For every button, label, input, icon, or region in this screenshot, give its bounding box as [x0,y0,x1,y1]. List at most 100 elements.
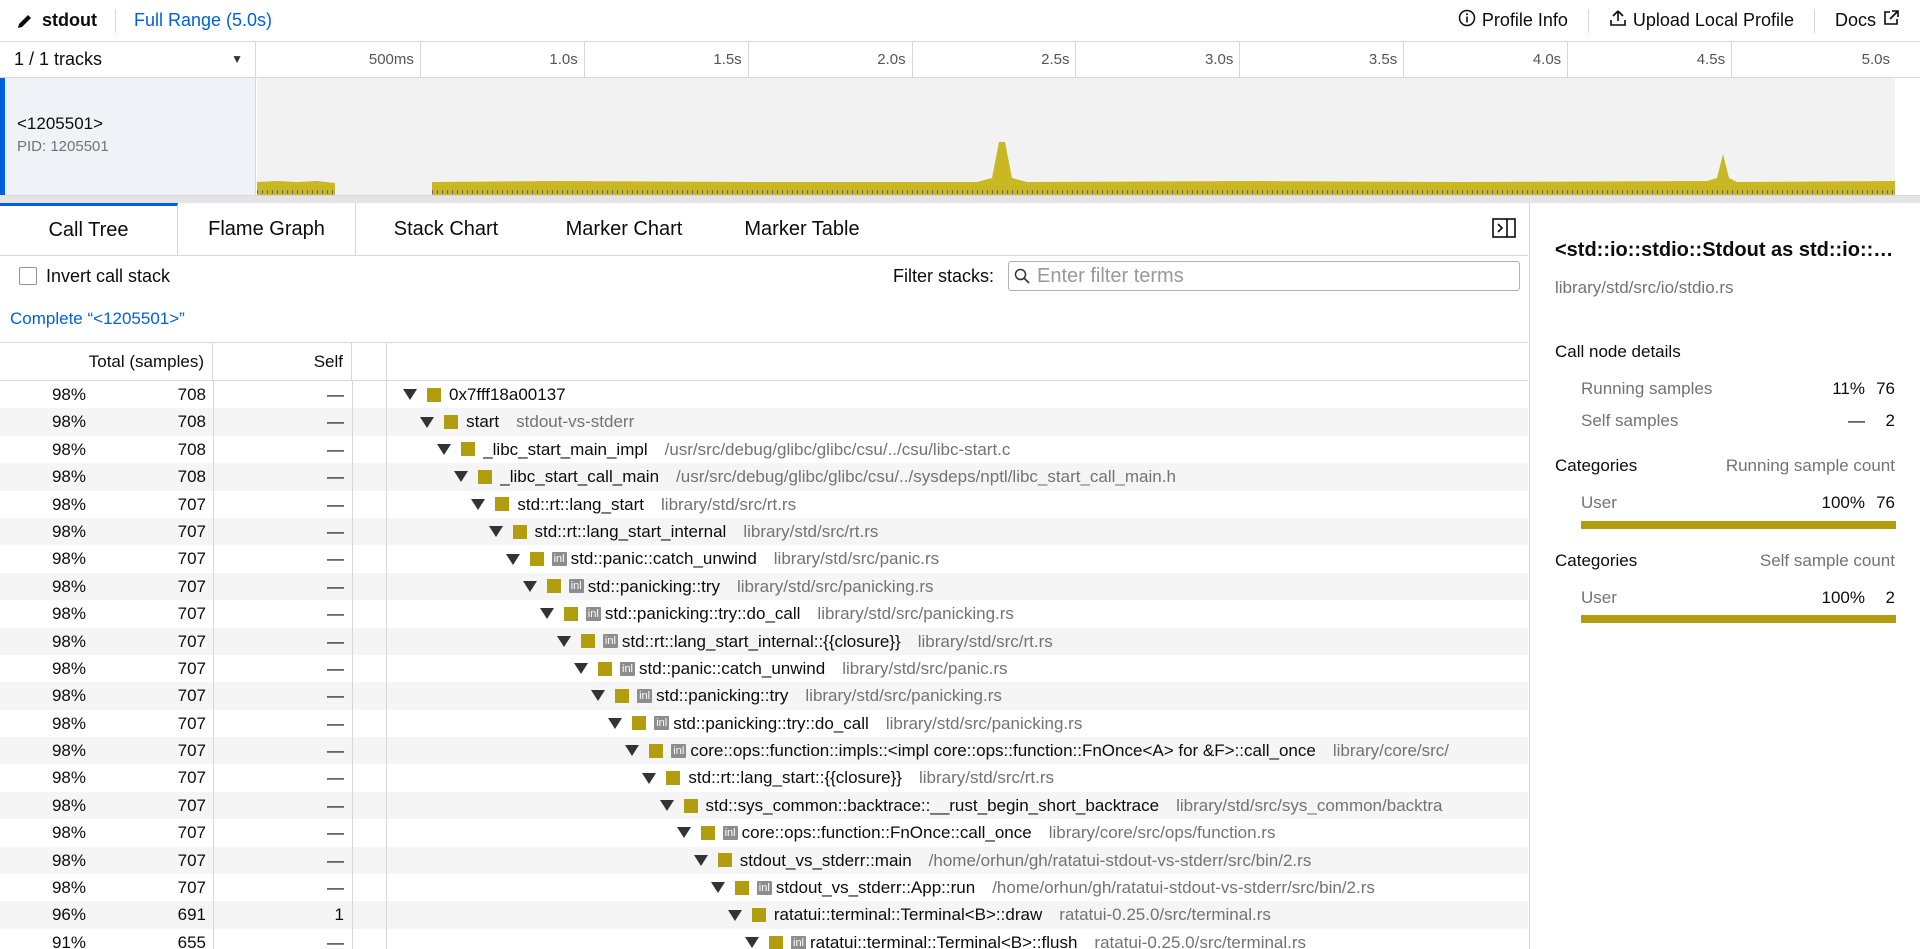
range-breadcrumb[interactable]: Full Range (5.0s) [134,10,272,31]
expand-triangle-icon[interactable] [471,498,486,510]
category-swatch [683,798,698,813]
column-divider [386,654,387,683]
expand-triangle-icon[interactable] [693,854,708,866]
timeline-tick: 2.0s [749,42,913,77]
timeline-tick: 1.5s [585,42,749,77]
function-name: std::rt::lang_start::{{closure}} [688,768,902,788]
column-divider [352,846,353,875]
expand-triangle-icon[interactable] [710,882,725,894]
tab-stack-chart[interactable]: Stack Chart [356,203,536,255]
expand-triangle-icon[interactable] [676,827,691,839]
tree-row[interactable]: 98% 707 — inl std::panicking::try library/std… [0,572,1528,601]
function-lib: library/std/src/panicking.rs [736,576,934,596]
function-lib: /home/orhun/gh/ratatui-stdout-vs-stderr/… [992,878,1375,898]
dropdown-triangle-icon: ▼ [231,52,243,66]
expand-triangle-icon[interactable] [437,443,452,455]
expand-triangle-icon[interactable] [608,717,623,729]
filter-stacks-input[interactable] [1008,261,1520,291]
expand-triangle-icon[interactable] [454,471,469,483]
row-self-samples: 1 [334,905,344,925]
panel-splitter[interactable] [0,196,1920,203]
invert-call-stack-checkbox[interactable] [19,267,37,285]
tree-row[interactable]: 98% 707 — inl std::panicking::try::do_call li… [0,709,1528,738]
sidebar-toggle-icon[interactable] [1492,217,1516,239]
tree-row[interactable]: 98% 707 — inl std::panicking::try::do_call li… [0,600,1528,628]
tree-row[interactable]: 98% 707 — inl std::rt::lang_start_internal::… [0,627,1528,655]
expand-triangle-icon[interactable] [574,663,588,675]
tree-row[interactable]: 91% 655 — inl ratatui::terminal::Terminal<B>… [0,928,1528,949]
expand-triangle-icon[interactable] [591,690,606,702]
expand-triangle-icon[interactable] [420,416,435,428]
track-scrollbar[interactable] [1895,78,1920,195]
call-node-details-heading: Call node details [1555,342,1681,361]
expand-triangle-icon[interactable] [403,389,417,401]
tab-call-tree[interactable]: Call Tree [0,203,178,255]
tree-row[interactable]: 98% 707 — inl std::panic::catch_unwind librar… [0,654,1528,683]
profile-info-label: Profile Info [1481,10,1568,30]
invert-call-stack-label[interactable]: Invert call stack [46,266,170,287]
tree-row[interactable]: 98% 708 — 0x7fff18a00137 [0,381,1528,409]
expand-triangle-icon[interactable] [556,635,571,647]
category-swatch [632,716,647,731]
row-total-percent: 98% [51,741,86,761]
tree-row[interactable]: 98% 708 — _libc_start_main_impl/usr/src/deb… [0,435,1528,464]
row-total-percent: 98% [51,878,86,898]
tree-row[interactable]: 98% 707 — std::sys_common::backtrace::__rus… [0,791,1528,820]
column-divider [352,381,353,409]
column-divider [352,517,353,546]
row-self-samples: — [327,576,344,596]
expand-triangle-icon[interactable] [727,909,742,921]
tree-row[interactable]: 98% 707 — std::rt::lang_start_internal libra… [0,517,1528,546]
tree-row[interactable]: 98% 707 — inl std::panicking::try library/std… [0,682,1528,710]
tree-row[interactable]: 98% 708 — start stdout-vs-stderr [0,408,1528,436]
expand-triangle-icon[interactable] [642,772,657,784]
row-function: inl core::ops::function::FnOnce::call_onc… [676,819,1275,846]
tab-flame-graph[interactable]: Flame Graph [178,203,356,255]
row-function: inl std::panic::catch_unwind library/std/s… [505,545,939,572]
track-label[interactable]: <1205501> PID: 1205501 [0,78,256,195]
running-samples-value: 76 [1876,379,1895,398]
expand-triangle-icon[interactable] [745,937,759,948]
upload-profile-button[interactable]: Upload Local Profile [1589,0,1814,41]
function-name: std::rt::lang_start [517,494,645,514]
tree-row[interactable]: 98% 707 — std::rt::lang_start::{{closure}} l… [0,764,1528,792]
tree-row[interactable]: 98% 708 — _libc_start_call_main/usr/src/deb… [0,463,1528,491]
call-tree[interactable]: 98% 708 — 0x7fff18a00137 98% 708 — start stdout-… [0,381,1528,949]
track-count-button[interactable]: 1 / 1 tracks ▼ [0,42,256,77]
expand-triangle-icon[interactable] [488,526,503,538]
expand-triangle-icon[interactable] [659,800,674,812]
profile-info-button[interactable]: Profile Info [1438,0,1588,41]
column-divider [352,874,353,902]
tree-row[interactable]: 98% 707 — stdout_vs_stderr::main/home/orhun… [0,846,1528,875]
category-swatch [495,497,510,512]
tree-row[interactable]: 98% 707 — inl std::panic::catch_unwind librar… [0,545,1528,573]
self-sample-count-heading: Self sample count [1759,551,1895,570]
column-divider [386,435,387,464]
expand-triangle-icon[interactable] [625,745,640,757]
row-self-samples: — [327,878,344,898]
tab-marker-chart[interactable]: Marker Chart [536,203,712,255]
row-total-samples: 708 [177,385,206,404]
tree-column-header: Total (samples) Self [0,343,1528,381]
tree-row[interactable]: 98% 707 — std::rt::lang_start library/std/sr… [0,490,1528,518]
row-total-percent: 98% [51,795,86,815]
track-count-label: 1 / 1 tracks [14,49,103,69]
category-swatch [615,688,630,703]
breadcrumb-item[interactable]: Complete “<1205501>” [10,309,185,329]
tree-row[interactable]: 98% 707 — inl core::ops::function::FnOnce::c… [0,819,1528,847]
pencil-icon[interactable] [16,11,36,31]
tree-row[interactable]: 98% 707 — inl core::ops::function::impls::<i… [0,737,1528,765]
expand-triangle-icon[interactable] [505,553,520,565]
tab-marker-table[interactable]: Marker Table [712,203,892,255]
column-divider [352,819,353,847]
expand-triangle-icon[interactable] [522,580,537,592]
activity-graph[interactable] [257,78,1895,195]
expand-triangle-icon[interactable] [539,608,554,620]
tree-row[interactable]: 98% 707 — inl stdout_vs_stderr::App::run/hom… [0,874,1528,902]
function-lib: library/std/src/rt.rs [917,631,1053,651]
function-lib: /usr/src/debug/glibc/glibc/csu/../sysdep… [676,467,1176,487]
column-divider [386,874,387,902]
tree-row[interactable]: 96% 691 1 ratatui::terminal::Terminal<B>::d… [0,901,1528,929]
docs-link[interactable]: Docs [1815,0,1920,41]
profile-name[interactable]: stdout [42,10,97,31]
